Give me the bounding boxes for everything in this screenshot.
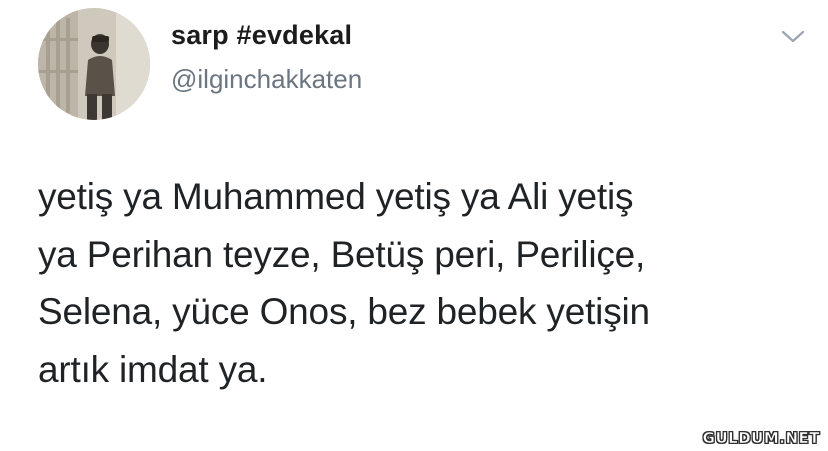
tweet-text-line: Selena, yüce Onos, bez bebek yetişin xyxy=(38,291,650,332)
tweet-text-line: artık imdat ya. xyxy=(38,348,268,390)
chevron-down-icon xyxy=(781,30,805,43)
tweet-card: sarp #evdekal @ilginchakkaten yetiş ya M… xyxy=(0,0,828,451)
tweet-menu-button[interactable] xyxy=(779,26,807,46)
tweet-text-line: ya Perihan teyze, Betüş peri, Periliçe, xyxy=(38,233,646,275)
user-handle[interactable]: @ilginchakkaten xyxy=(171,64,362,95)
avatar[interactable] xyxy=(38,8,150,120)
tweet-text-line: yetiş ya Muhammed yetiş ya Ali yetiş xyxy=(38,176,634,217)
display-name[interactable]: sarp #evdekal xyxy=(171,20,352,51)
tweet-text: yetiş ya Muhammed yetiş ya Ali yetiş ya … xyxy=(38,168,818,398)
user-photo-avatar-icon xyxy=(38,8,150,120)
watermark: GULDUM.NET xyxy=(702,429,820,448)
